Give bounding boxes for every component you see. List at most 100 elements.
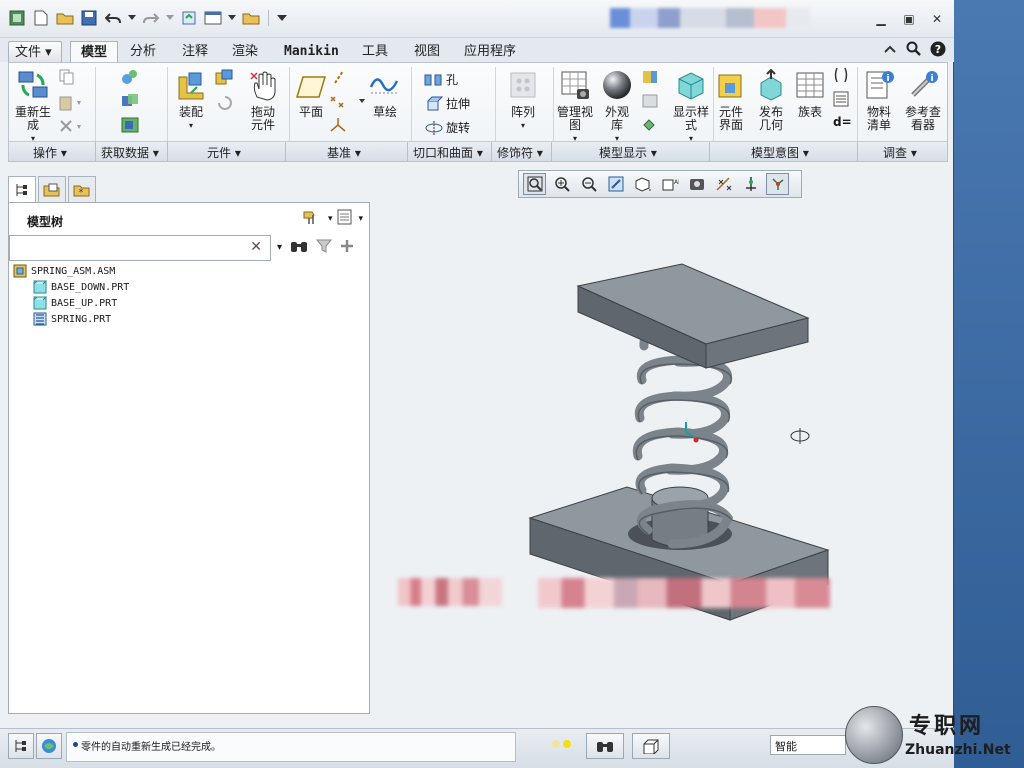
bill-of-materials-button[interactable]: i 物料清单 bbox=[859, 69, 899, 132]
copy-geometry-icon[interactable] bbox=[121, 93, 139, 109]
tab-folder-browser[interactable] bbox=[38, 176, 66, 202]
clear-search-icon[interactable]: ✕ bbox=[250, 239, 262, 255]
close-icon[interactable]: ✕ bbox=[930, 12, 944, 26]
show-options-dropdown-icon[interactable]: ▾ bbox=[358, 214, 363, 224]
view-manager-icon[interactable] bbox=[685, 173, 708, 195]
open-folder-icon[interactable] bbox=[56, 9, 74, 27]
selection-filter-dropdown[interactable]: 智能 bbox=[770, 735, 846, 755]
toggle-navigator-icon[interactable] bbox=[8, 733, 34, 759]
save-icon[interactable] bbox=[80, 9, 98, 27]
parameters-icon[interactable] bbox=[833, 67, 849, 83]
tree-node-part[interactable]: SPRING.PRT bbox=[13, 311, 129, 327]
show-options-icon[interactable] bbox=[336, 209, 354, 228]
reference-viewer-button[interactable]: i 参考查看器 bbox=[901, 69, 945, 132]
tab-file[interactable]: 文件 ▾ bbox=[8, 41, 62, 62]
tab-annotate[interactable]: 注释 bbox=[176, 41, 214, 62]
refit-icon[interactable] bbox=[523, 173, 546, 195]
redo-icon[interactable] bbox=[142, 9, 160, 27]
delete-icon[interactable] bbox=[59, 119, 83, 135]
tree-node-part[interactable]: BASE_UP.PRT bbox=[13, 295, 129, 311]
collapse-ribbon-icon[interactable] bbox=[882, 41, 898, 57]
coordinate-system-icon[interactable] bbox=[329, 117, 347, 133]
perspective-icon[interactable] bbox=[641, 93, 659, 109]
family-table-button[interactable]: 族表 bbox=[791, 69, 829, 119]
group-get-data[interactable]: 获取数据 ▾ bbox=[101, 144, 159, 161]
windows-icon[interactable] bbox=[204, 9, 222, 27]
tab-tools[interactable]: 工具 bbox=[356, 41, 394, 62]
user-defined-feature-icon[interactable] bbox=[121, 69, 139, 85]
close-window-folder-icon[interactable] bbox=[242, 9, 260, 27]
paste-icon[interactable] bbox=[59, 95, 83, 111]
tab-model-tree[interactable] bbox=[8, 176, 36, 202]
tree-node-assembly[interactable]: SPRING_ASM.ASM bbox=[13, 263, 129, 279]
graphics-viewport[interactable] bbox=[372, 200, 952, 724]
regenerate-icon[interactable] bbox=[180, 9, 198, 27]
pattern-button[interactable]: 阵列 ▾ bbox=[503, 69, 543, 132]
tree-settings-dropdown-icon[interactable]: ▾ bbox=[328, 214, 333, 224]
group-cut-surface[interactable]: 切口和曲面 ▾ bbox=[413, 144, 483, 161]
undo-dropdown-icon[interactable] bbox=[128, 9, 136, 27]
new-file-icon[interactable] bbox=[32, 9, 50, 27]
extrude-button[interactable]: 拉伸 bbox=[425, 95, 470, 112]
hole-button[interactable]: 孔 bbox=[423, 71, 458, 88]
section-icon[interactable] bbox=[641, 69, 659, 85]
tree-settings-icon[interactable] bbox=[302, 209, 324, 228]
assemble-button[interactable]: 装配 ▾ bbox=[171, 69, 211, 132]
display-style-view-icon[interactable] bbox=[631, 173, 654, 195]
tab-analysis[interactable]: 分析 bbox=[124, 41, 162, 62]
filter-icon[interactable] bbox=[315, 239, 333, 256]
add-column-icon[interactable] bbox=[340, 239, 354, 256]
group-operations[interactable]: 操作 ▾ bbox=[33, 144, 67, 161]
minimize-icon[interactable]: ▁ bbox=[874, 12, 888, 26]
windows-dropdown-icon[interactable] bbox=[228, 9, 236, 27]
revolve-button[interactable]: 旋转 bbox=[425, 119, 470, 136]
plane-button[interactable]: 平面 bbox=[291, 73, 331, 119]
tree-node-part[interactable]: BASE_DOWN.PRT bbox=[13, 279, 129, 295]
find-icon[interactable] bbox=[586, 733, 624, 759]
search-icon[interactable] bbox=[906, 41, 922, 57]
tab-favorites[interactable]: * bbox=[68, 176, 96, 202]
component-interface-button[interactable]: 元件界面 bbox=[711, 69, 751, 132]
tab-render[interactable]: 渲染 bbox=[226, 41, 264, 62]
find-binoculars-icon[interactable] bbox=[290, 239, 308, 256]
tab-applications[interactable]: 应用程序 bbox=[458, 41, 522, 62]
toggle-browser-icon[interactable] bbox=[36, 733, 62, 759]
tab-view[interactable]: 视图 bbox=[408, 41, 446, 62]
maximize-icon[interactable]: ▣ bbox=[902, 12, 916, 26]
customize-qat-icon[interactable] bbox=[277, 9, 287, 27]
copy-icon[interactable] bbox=[59, 69, 75, 85]
app-icon[interactable] bbox=[8, 9, 26, 27]
tab-model[interactable]: 模型 bbox=[70, 41, 118, 62]
group-model-display[interactable]: 模型显示 ▾ bbox=[599, 144, 657, 161]
zoom-out-icon[interactable] bbox=[577, 173, 600, 195]
repeat-icon[interactable] bbox=[217, 95, 233, 111]
group-component[interactable]: 元件 ▾ bbox=[207, 144, 241, 161]
shrinkwrap-icon[interactable] bbox=[121, 117, 139, 133]
tab-manikin[interactable]: Manikin bbox=[278, 41, 345, 62]
selection-mode-icon[interactable] bbox=[632, 733, 670, 759]
group-investigate[interactable]: 调查 ▾ bbox=[883, 144, 917, 161]
spin-center-icon[interactable] bbox=[641, 117, 659, 133]
relations-button[interactable]: d= bbox=[833, 115, 852, 129]
saved-orientations-icon[interactable]: AB bbox=[658, 173, 681, 195]
axis-icon[interactable] bbox=[331, 69, 347, 85]
annotation-display-icon[interactable] bbox=[766, 173, 789, 195]
group-datum[interactable]: 基准 ▾ bbox=[327, 144, 361, 161]
tree-search-input[interactable]: ✕ bbox=[9, 235, 271, 261]
datum-display-icon[interactable] bbox=[712, 173, 735, 195]
redo-dropdown-icon[interactable] bbox=[166, 9, 174, 27]
point-icon[interactable] bbox=[329, 93, 369, 109]
search-dropdown-icon[interactable]: ▾ bbox=[277, 242, 282, 253]
repaint-icon[interactable] bbox=[604, 173, 627, 195]
regenerate-button[interactable]: 重新生成 ▾ bbox=[13, 69, 53, 145]
zoom-in-icon[interactable] bbox=[550, 173, 573, 195]
group-modifiers[interactable]: 修饰符 ▾ bbox=[497, 144, 543, 161]
switch-dimensions-icon[interactable] bbox=[833, 91, 849, 107]
create-component-icon[interactable] bbox=[215, 69, 233, 85]
publish-geometry-button[interactable]: 发布几何 bbox=[751, 68, 791, 132]
group-model-intent[interactable]: 模型意图 ▾ bbox=[751, 144, 809, 161]
undo-icon[interactable] bbox=[104, 9, 122, 27]
help-icon[interactable]: ? bbox=[930, 41, 946, 57]
spin-center-view-icon[interactable] bbox=[739, 173, 762, 195]
drag-components-button[interactable]: 拖动元件 bbox=[243, 69, 283, 132]
